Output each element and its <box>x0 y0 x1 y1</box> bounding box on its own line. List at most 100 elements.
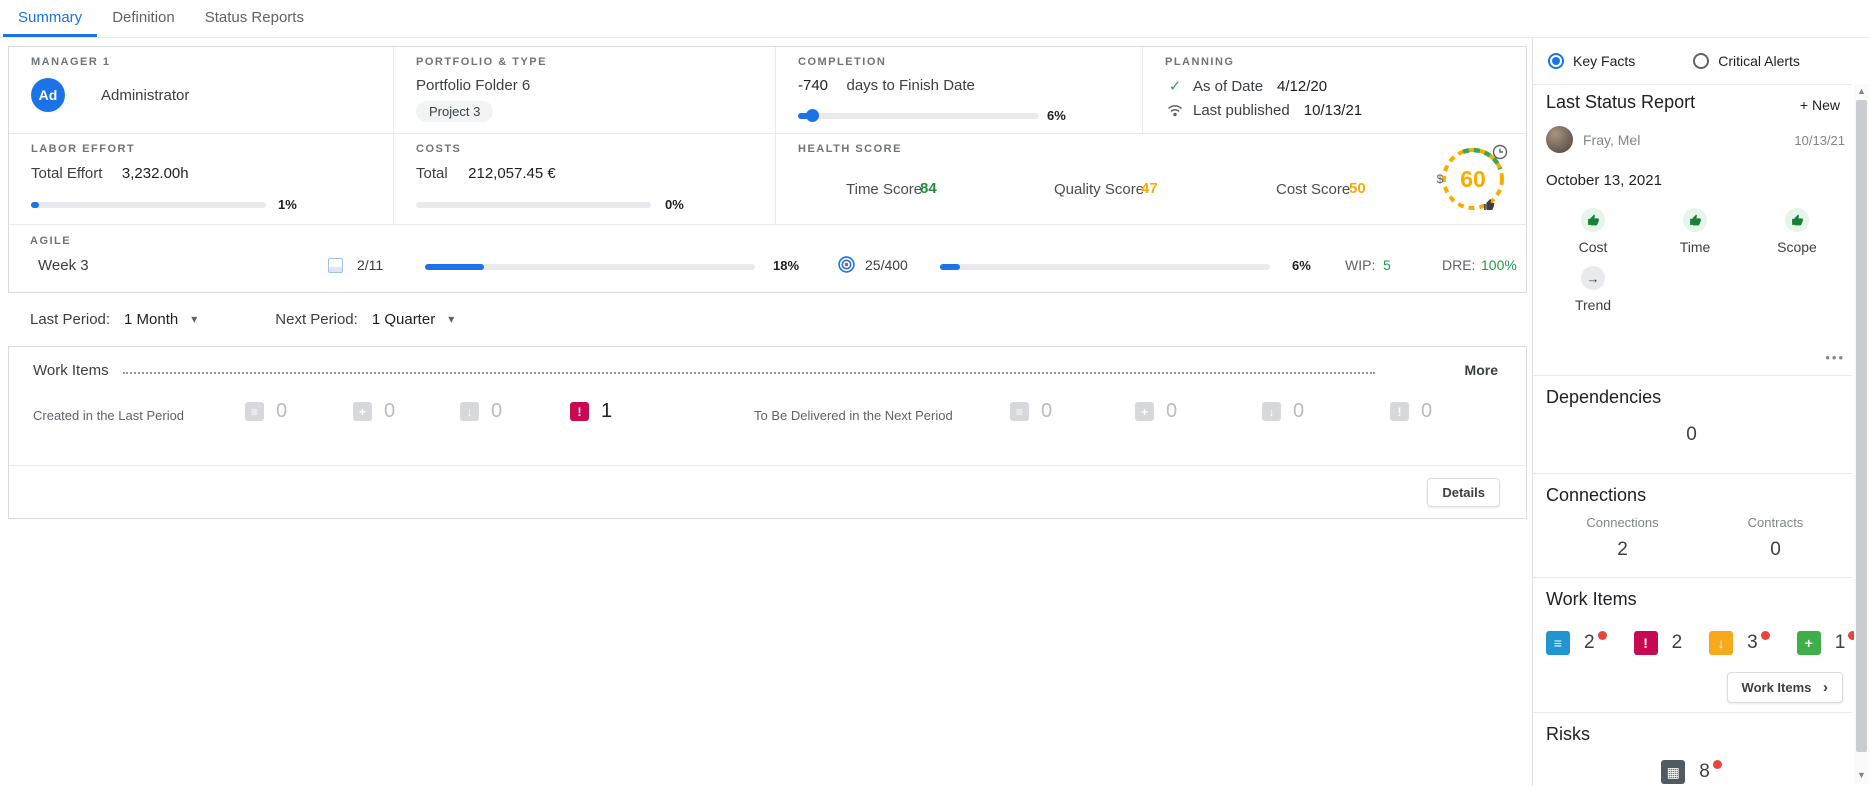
costs-progressbar <box>416 202 651 208</box>
critical-alerts-label[interactable]: Critical Alerts <box>1718 53 1800 69</box>
chevron-down-icon[interactable]: ▾ <box>191 312 197 326</box>
completion-percent: 6% <box>1047 108 1066 123</box>
metric-label: Time <box>1680 239 1711 255</box>
sidebar-scrollbar[interactable]: ▲ ▼ <box>1854 84 1869 784</box>
cost-score-label: Cost Score <box>1276 181 1350 198</box>
thumb-up-icon <box>1785 208 1809 232</box>
total-effort-label: Total Effort <box>31 165 102 182</box>
risks-row: ▦ 8 <box>1533 760 1850 784</box>
work-item-down-icon: ↓ <box>1262 402 1281 421</box>
work-item-issue-icon: ! <box>570 402 589 421</box>
costs-total-label: Total <box>416 165 448 182</box>
scrollbar-thumb[interactable] <box>1856 100 1867 752</box>
risks-title: Risks <box>1546 724 1590 745</box>
tab-summary[interactable]: Summary <box>3 0 97 37</box>
created-item-down: ↓ 0 <box>460 400 502 423</box>
contracts-col: Contracts 0 <box>1699 515 1852 561</box>
scroll-down-icon[interactable]: ▼ <box>1854 770 1869 780</box>
risk-matrix-icon: ▦ <box>1661 760 1685 784</box>
check-icon: ✓ <box>1165 77 1185 95</box>
work-item-count: 2 <box>1672 632 1683 654</box>
chevron-down-icon[interactable]: ▾ <box>448 312 454 326</box>
work-item-count: 1 <box>1835 632 1846 654</box>
created-count: 1 <box>601 400 612 423</box>
alert-dot <box>1713 760 1722 769</box>
health-score-gauge: 60 $ <box>1432 138 1514 220</box>
last-period-select[interactable]: 1 Month <box>124 311 178 328</box>
delivered-next-period-label: To Be Delivered in the Next Period <box>754 408 953 423</box>
key-facts-label[interactable]: Key Facts <box>1573 53 1635 69</box>
last-status-report-title: Last Status Report <box>1546 92 1695 113</box>
created-item-add: + 0 <box>353 400 395 423</box>
work-item-list-icon: ≡ <box>1546 631 1570 655</box>
connections-col: Connections 2 <box>1546 515 1699 561</box>
quality-score-value: 47 <box>1141 180 1158 197</box>
work-item-list-icon: ≡ <box>1010 402 1029 421</box>
total-effort-value: 3,232.00h <box>122 165 189 182</box>
next-period-select[interactable]: 1 Quarter <box>372 311 435 328</box>
new-report-button[interactable]: + New <box>1800 97 1840 113</box>
work-item-issue-icon: ! <box>1390 402 1409 421</box>
dre-label: DRE: <box>1442 257 1475 273</box>
sidebar-work-items-row: ≡ 2 ! 2 ↓ 3 + 1 <box>1546 631 1870 655</box>
chevron-right-icon: › <box>1823 679 1828 696</box>
risks-count: 8 <box>1699 761 1710 783</box>
work-item-type-blue: ≡ 2 <box>1546 631 1607 655</box>
portfolio-label: PORTFOLIO & TYPE <box>416 56 753 68</box>
connections-columns: Connections 2 Contracts 0 <box>1546 515 1852 561</box>
sprint-progressbar <box>425 264 755 270</box>
work-item-down-icon: ↓ <box>460 402 479 421</box>
connections-title: Connections <box>1546 485 1646 506</box>
labor-percent: 1% <box>278 197 297 212</box>
dependencies-title: Dependencies <box>1546 387 1661 408</box>
work-items-button[interactable]: Work Items › <box>1727 672 1843 703</box>
tab-definition[interactable]: Definition <box>97 0 190 37</box>
manager-cell: MANAGER 1 Ad Administrator <box>9 47 394 133</box>
work-item-list-icon: ≡ <box>245 402 264 421</box>
contracts-col-label: Contracts <box>1699 515 1852 530</box>
days-to-finish-value: -740 <box>798 77 828 94</box>
period-bar: Last Period: 1 Month ▾ Next Period: 1 Qu… <box>8 304 454 334</box>
work-item-plus-icon: + <box>1135 402 1154 421</box>
portfolio-folder: Portfolio Folder 6 <box>416 77 753 94</box>
sprint-percent: 18% <box>773 258 799 273</box>
sidebar-work-items-title: Work Items <box>1546 589 1637 610</box>
alert-dot <box>1761 631 1770 640</box>
planning-label: PLANNING <box>1165 56 1504 68</box>
report-author: Fray, Mel <box>1583 132 1640 148</box>
work-item-count: 3 <box>1747 632 1758 654</box>
right-sidebar: Key Facts Critical Alerts Last Status Re… <box>1532 38 1870 786</box>
report-date-link[interactable]: October 13, 2021 <box>1546 172 1662 189</box>
next-period-label: Next Period: <box>275 311 358 328</box>
delivered-item-down: ↓ 0 <box>1262 400 1304 423</box>
critical-alerts-radio[interactable] <box>1693 53 1709 69</box>
metric-label: Cost <box>1579 239 1608 255</box>
details-button[interactable]: Details <box>1427 478 1500 507</box>
health-score-label: HEALTH SCORE <box>798 143 1504 155</box>
report-menu-icon[interactable]: ••• <box>1825 350 1845 365</box>
work-item-type-green: + 1 <box>1797 631 1858 655</box>
tab-bar: Summary Definition Status Reports <box>0 0 1870 38</box>
last-published-label: Last published <box>1193 102 1290 119</box>
published-wifi-icon <box>1165 104 1185 117</box>
metric-trend: → Trend <box>1542 266 1644 313</box>
manager-name: Administrator <box>101 87 189 104</box>
tab-status-reports[interactable]: Status Reports <box>190 0 319 37</box>
story-progressbar <box>940 264 1270 270</box>
gauge-value: 60 <box>1460 166 1486 192</box>
agile-label: AGILE <box>30 235 71 247</box>
delivered-count: 0 <box>1293 400 1304 423</box>
sprint-ratio: 2/11 <box>357 257 383 273</box>
delivered-item-add: + 0 <box>1135 400 1177 423</box>
manager-label: MANAGER 1 <box>31 56 371 68</box>
more-link[interactable]: More <box>1465 362 1498 378</box>
labor-progressbar <box>31 202 266 208</box>
scroll-up-icon[interactable]: ▲ <box>1854 86 1869 96</box>
dre-value: 100% <box>1481 257 1517 273</box>
work-item-plus-icon: + <box>353 402 372 421</box>
key-facts-radio[interactable] <box>1548 53 1564 69</box>
delivered-item-story: ≡ 0 <box>1010 400 1052 423</box>
metric-time: Time <box>1644 208 1746 255</box>
trend-arrow-icon: → <box>1581 266 1605 290</box>
time-score-value: 84 <box>920 180 937 197</box>
